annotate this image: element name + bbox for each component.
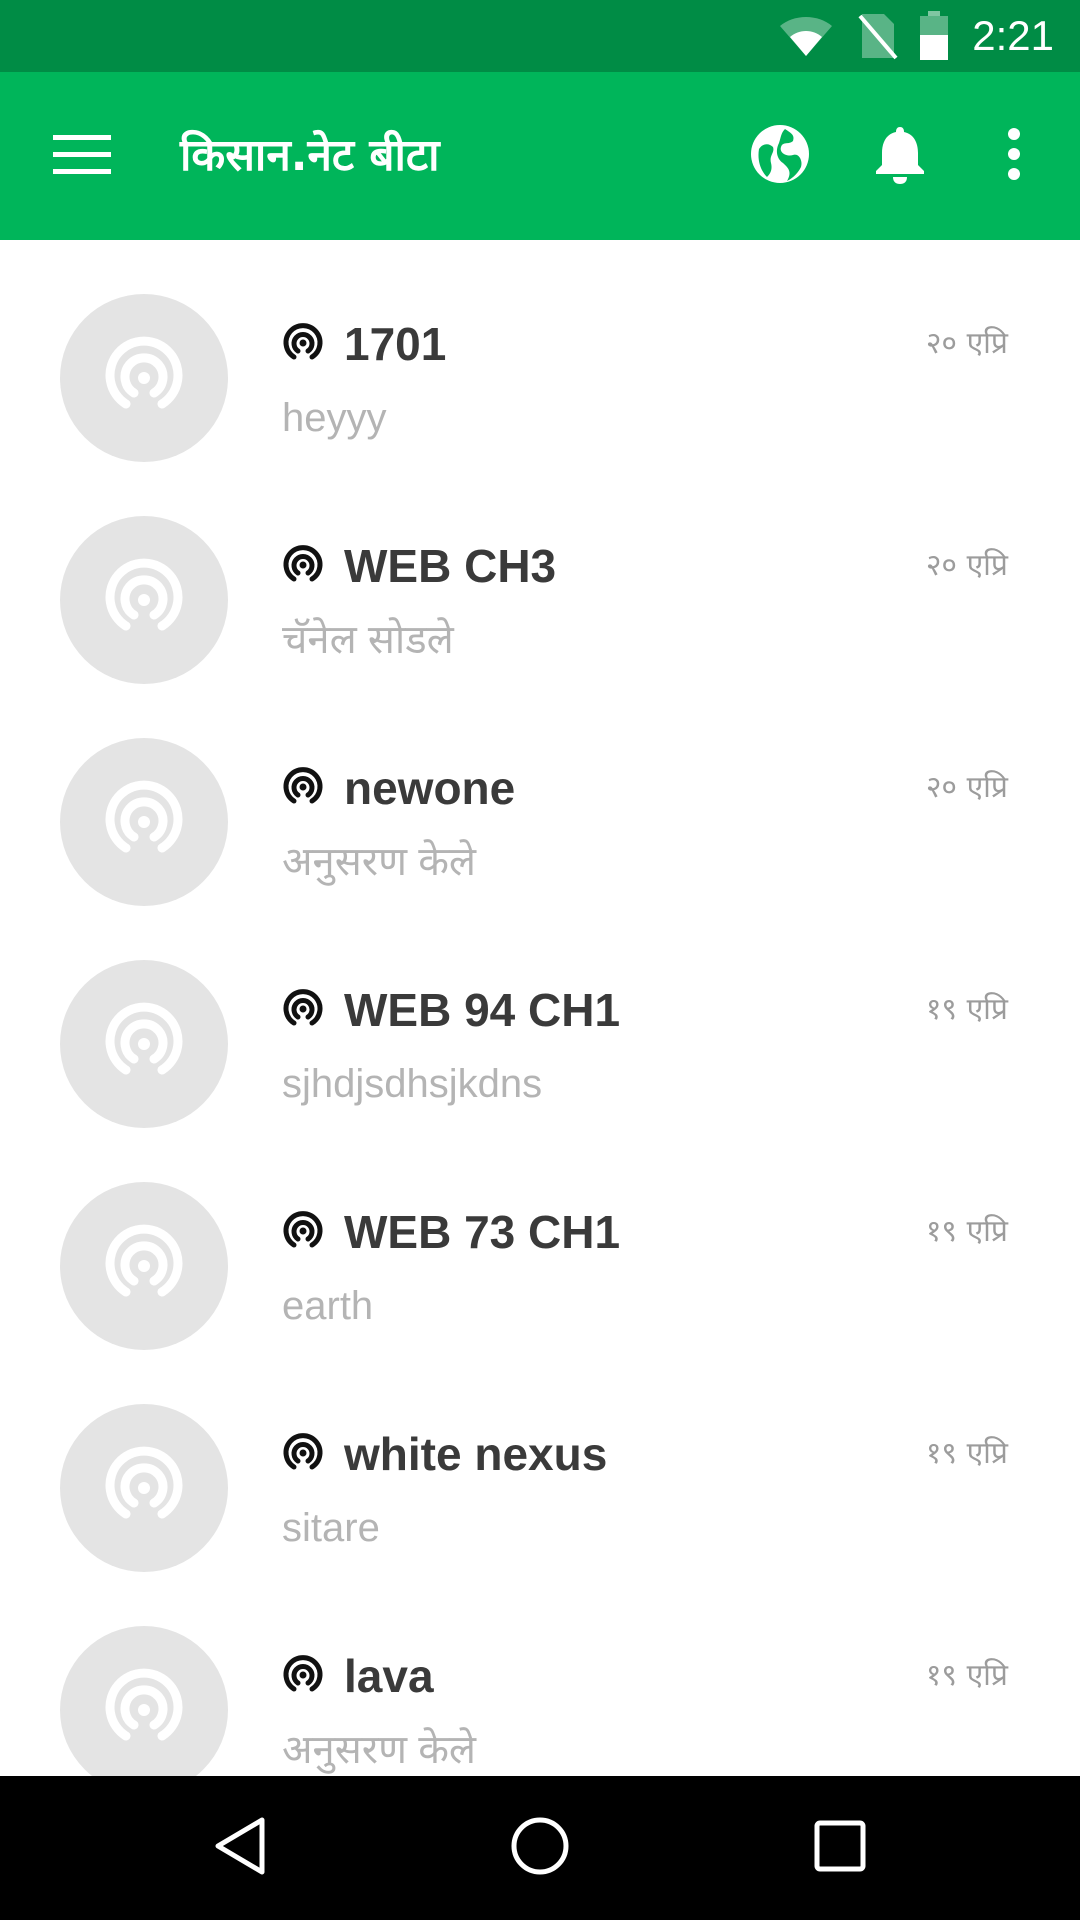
recents-icon: [814, 1820, 866, 1876]
channel-last-message: अनुसरण केले: [282, 1728, 477, 1772]
channel-title: WEB CH3: [344, 540, 557, 592]
channel-row[interactable]: white nexus sitare १९ एप्रि: [0, 1350, 1080, 1572]
channel-date: १९ एप्रि: [925, 1658, 1008, 1693]
channel-avatar: [60, 738, 228, 906]
channel-date: १९ एप्रि: [925, 992, 1008, 1027]
channel-title: newone: [344, 762, 516, 814]
broadcast-icon: [102, 556, 186, 644]
channel-title: WEB 94 CH1: [344, 984, 621, 1036]
channel-title: lava: [344, 1650, 434, 1702]
channel-icon: [282, 765, 324, 811]
wifi-icon: [778, 14, 834, 58]
broadcast-icon: [102, 778, 186, 866]
channel-date: १९ एप्रि: [925, 1214, 1008, 1249]
status-time: 2:21: [972, 12, 1054, 59]
channel-title: WEB 73 CH1: [344, 1206, 621, 1258]
channel-title-wrap: WEB 94 CH1: [282, 980, 620, 1040]
language-button[interactable]: [736, 112, 824, 200]
channel-row[interactable]: WEB 94 CH1 sjhdjsdhsjkdns १९ एप्रि: [0, 906, 1080, 1128]
channel-date: २० एप्रि: [925, 548, 1008, 583]
broadcast-icon: [102, 1222, 186, 1310]
channel-avatar: [60, 294, 228, 462]
channel-date: २० एप्रि: [925, 326, 1008, 361]
channel-avatar: [60, 1626, 228, 1776]
channel-title-wrap: newone: [282, 758, 515, 818]
channel-icon: [282, 543, 324, 589]
channel-icon: [282, 1209, 324, 1255]
channel-title-wrap: lava: [282, 1646, 434, 1706]
menu-button[interactable]: [40, 116, 124, 196]
channel-last-message: heyyy: [282, 396, 387, 440]
channel-last-message: sjhdjsdhsjkdns: [282, 1062, 543, 1106]
broadcast-icon: [102, 1666, 186, 1754]
channel-last-message: अनुसरण केले: [282, 840, 477, 884]
more-vert-icon: [1006, 128, 1022, 184]
menu-icon: [53, 133, 111, 179]
channel-avatar: [60, 1182, 228, 1350]
recents-button[interactable]: [790, 1798, 890, 1898]
broadcast-icon: [102, 1000, 186, 1088]
channel-row[interactable]: WEB CH3 चॅनेल सोडले २० एप्रि: [0, 462, 1080, 684]
status-icons: 2:21: [778, 0, 1054, 72]
channel-icon: [282, 1653, 324, 1699]
channel-title: 1701: [344, 318, 447, 370]
back-icon: [212, 1816, 268, 1880]
status-bar: 2:21: [0, 0, 1080, 72]
channel-title-wrap: white nexus: [282, 1424, 607, 1484]
channel-list: 1701 heyyy २० एप्रि WEB CH3 चॅनेल सोडले …: [0, 240, 1080, 1776]
channel-avatar: [60, 1404, 228, 1572]
channel-title: white nexus: [344, 1428, 608, 1480]
channel-last-message: earth: [282, 1284, 374, 1328]
back-button[interactable]: [190, 1798, 290, 1898]
channel-icon: [282, 1431, 324, 1477]
channel-row[interactable]: 1701 heyyy २० एप्रि: [0, 240, 1080, 462]
globe-icon: [749, 123, 811, 189]
channel-row[interactable]: WEB 73 CH1 earth १९ एप्रि: [0, 1128, 1080, 1350]
home-button[interactable]: [490, 1798, 590, 1898]
channel-last-message: sitare: [282, 1506, 380, 1550]
channel-last-message: चॅनेल सोडले: [282, 618, 454, 662]
more-options-button[interactable]: [970, 112, 1058, 200]
channel-title-wrap: 1701: [282, 314, 446, 374]
channel-icon: [282, 321, 324, 367]
channel-avatar: [60, 516, 228, 684]
channel-date: २० एप्रि: [925, 770, 1008, 805]
battery-icon: [918, 11, 950, 61]
bell-icon: [874, 123, 926, 189]
channel-title-wrap: WEB 73 CH1: [282, 1202, 620, 1262]
channel-title-wrap: WEB CH3: [282, 536, 556, 596]
channel-date: १९ एप्रि: [925, 1436, 1008, 1471]
channel-avatar: [60, 960, 228, 1128]
no-sim-icon: [858, 12, 898, 60]
app-bar: किसान.नेट बीटा: [0, 72, 1080, 240]
channel-row[interactable]: lava अनुसरण केले १९ एप्रि: [0, 1572, 1080, 1776]
broadcast-icon: [102, 1444, 186, 1532]
broadcast-icon: [102, 334, 186, 422]
home-icon: [510, 1816, 570, 1880]
app-title: किसान.नेट बीटा: [180, 130, 440, 181]
navigation-bar: [0, 1776, 1080, 1920]
channel-row[interactable]: newone अनुसरण केले २० एप्रि: [0, 684, 1080, 906]
notifications-button[interactable]: [856, 112, 944, 200]
channel-icon: [282, 987, 324, 1033]
